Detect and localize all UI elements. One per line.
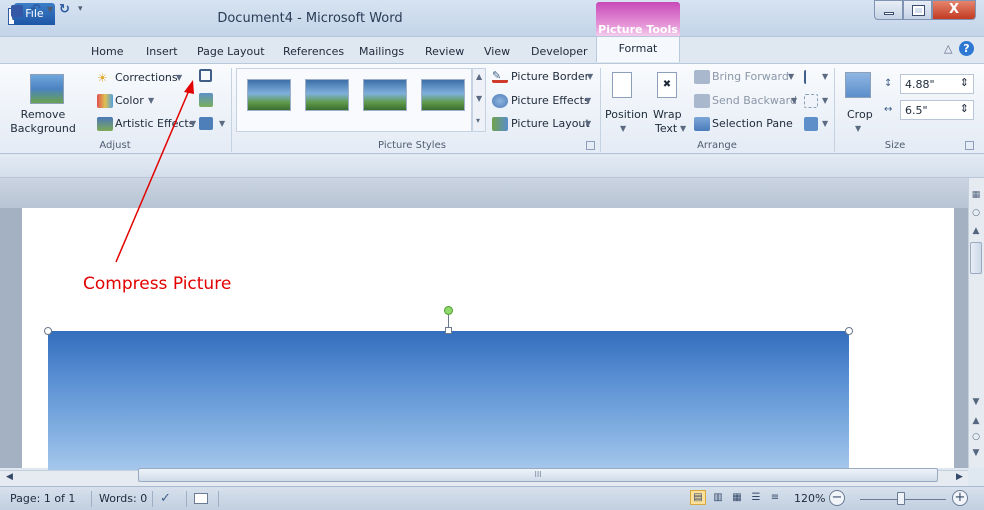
scroll-down-icon[interactable]: ▼: [971, 397, 981, 407]
select-browse-object-icon[interactable]: ○: [971, 432, 981, 442]
full-screen-reading-view-icon[interactable]: ▥: [710, 490, 726, 505]
status-separator: [186, 491, 187, 507]
outline-view-icon[interactable]: ☰: [748, 490, 764, 505]
scroll-right-icon[interactable]: ▶: [956, 472, 963, 482]
annotation-arrow-head: [184, 80, 194, 94]
status-bar: Page: 1 of 1 Words: 0 ✓ ▤ ▥ ▦ ☰ ≡ 120% −…: [0, 486, 984, 510]
view-ruler-icon[interactable]: ▦: [971, 190, 981, 200]
scroll-up-icon[interactable]: ▲: [971, 226, 981, 236]
status-separator: [152, 491, 153, 507]
proofing-icon[interactable]: ✓: [160, 490, 171, 508]
zoom-out-button[interactable]: −: [829, 490, 845, 506]
draft-view-icon[interactable]: ≡: [767, 490, 783, 505]
status-separator: [218, 491, 219, 507]
zoom-in-button[interactable]: +: [952, 490, 968, 506]
word-count[interactable]: Words: 0: [99, 490, 147, 508]
annotation-arrow-line: [115, 87, 191, 263]
print-layout-view-icon[interactable]: ▤: [690, 490, 706, 505]
pan-icon[interactable]: ○: [971, 208, 981, 218]
macro-recording-icon[interactable]: [194, 493, 208, 504]
page-count[interactable]: Page: 1 of 1: [10, 490, 75, 508]
next-page-icon[interactable]: ▼: [971, 448, 981, 458]
web-layout-view-icon[interactable]: ▦: [729, 490, 745, 505]
vertical-scroll-thumb[interactable]: [970, 242, 982, 274]
scroll-left-icon[interactable]: ◀: [6, 472, 13, 482]
horizontal-scroll-thumb[interactable]: III: [138, 468, 938, 482]
previous-page-icon[interactable]: ▲: [971, 416, 981, 426]
status-separator: [91, 491, 92, 507]
annotation-arrow: [115, 80, 194, 263]
annotation-label: Compress Picture: [83, 274, 232, 294]
zoom-slider-thumb[interactable]: [897, 492, 905, 505]
zoom-level[interactable]: 120%: [794, 490, 825, 508]
